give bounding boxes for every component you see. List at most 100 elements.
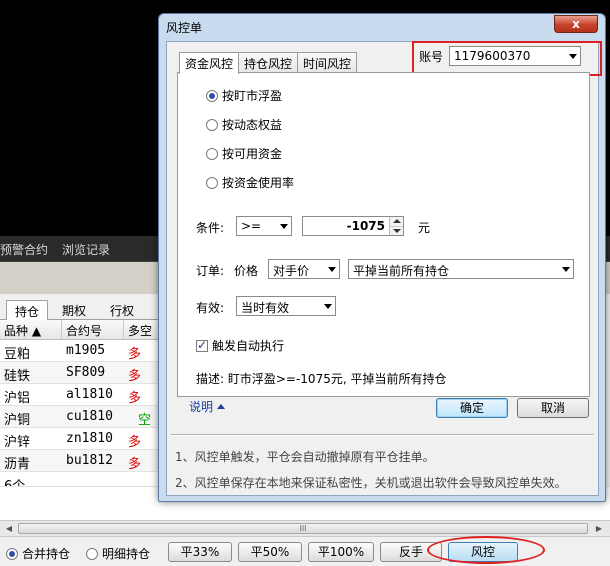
radio-on-icon xyxy=(6,547,18,560)
condition-label: 条件: xyxy=(196,221,225,235)
price-type-value: 对手价 xyxy=(273,264,310,278)
condition-value-stepper[interactable]: -1075 xyxy=(302,216,404,236)
dialog-title: 风控单 xyxy=(166,21,203,35)
nav-item-alert-contracts[interactable]: 预警合约 xyxy=(0,241,48,258)
scroll-right-icon[interactable]: ▶ xyxy=(592,523,606,534)
ok-button[interactable]: 确定 xyxy=(436,398,508,418)
scroll-left-icon[interactable]: ◀ xyxy=(2,523,16,534)
tab-position-control[interactable]: 持仓风控 xyxy=(238,52,299,73)
tab-fund-control[interactable]: 资金风控 xyxy=(179,52,240,74)
horizontal-scrollbar[interactable]: ◀ III ▶ xyxy=(0,520,610,536)
table-row[interactable]: 沪锌 zn1810 多 xyxy=(0,428,160,450)
note-line-2: 2、风控单保存在本地来保证私密性，关机或退出软件会导致风控单失效。 xyxy=(175,476,567,490)
radio-off-icon xyxy=(86,547,98,560)
row-code: m1905 xyxy=(66,343,106,358)
chevron-down-icon xyxy=(562,267,570,272)
table-row[interactable]: 沪铜 cu1810 空 xyxy=(0,406,160,428)
option-fund-usage[interactable]: 按资金使用率 xyxy=(206,174,294,191)
column-header-name[interactable]: 品种 ▲ xyxy=(0,320,62,339)
row-side: 多 xyxy=(128,347,142,361)
reverse-button[interactable]: 反手 xyxy=(380,542,442,562)
note-line-1: 1、风控单触发，平仓会自动撤掉原有平仓挂单。 xyxy=(175,450,435,464)
tab-time-control[interactable]: 时间风控 xyxy=(297,52,358,73)
auto-execute-checkbox[interactable]: 触发自动执行 xyxy=(196,337,284,354)
row-name: 豆粕 xyxy=(4,347,31,361)
row-side: 空 xyxy=(138,413,152,427)
risk-control-dialog: 风控单 x 资金风控 持仓风控 时间风控 账号 1179600370 按盯市浮盈… xyxy=(158,13,606,502)
help-label: 说明 xyxy=(189,400,214,414)
chevron-down-icon xyxy=(280,224,288,229)
help-toggle[interactable]: 说明 xyxy=(189,398,226,415)
dialog-body: 资金风控 持仓风控 时间风控 账号 1179600370 按盯市浮盈 按动态权益 xyxy=(166,41,602,496)
account-label: 账号 xyxy=(419,49,444,64)
row-name: 沪锌 xyxy=(4,435,31,449)
row-side: 多 xyxy=(128,391,142,405)
close-icon[interactable]: x xyxy=(554,15,598,33)
option-label: 按动态权益 xyxy=(222,118,283,132)
table-row[interactable]: 豆粕 m1905 多 xyxy=(0,340,160,362)
row-name: 硅铁 xyxy=(4,369,31,383)
tab-exercise[interactable]: 行权 xyxy=(102,300,142,320)
order-label: 订单: xyxy=(196,264,225,278)
table-row[interactable]: 沪铝 al1810 多 xyxy=(0,384,160,406)
table-row[interactable]: 沥青 bu1812 多 xyxy=(0,450,160,472)
tab-options[interactable]: 期权 xyxy=(54,300,94,320)
option-available-funds[interactable]: 按可用资金 xyxy=(206,145,282,162)
chevron-up-icon xyxy=(217,404,226,409)
account-value: 1179600370 xyxy=(454,49,531,63)
price-label: 价格 xyxy=(234,264,259,278)
dialog-tabs: 资金风控 持仓风控 时间风控 xyxy=(179,52,358,74)
auto-execute-label: 触发自动执行 xyxy=(212,339,285,353)
detail-positions-label: 明细持仓 xyxy=(102,547,151,561)
option-mark-to-market[interactable]: 按盯市浮盈 xyxy=(206,87,282,104)
column-header-code[interactable]: 合约号 xyxy=(62,320,124,339)
validity-select[interactable]: 当时有效 xyxy=(236,296,336,316)
row-code: SF809 xyxy=(66,365,106,380)
detail-positions-radio[interactable]: 明细持仓 xyxy=(86,545,150,562)
order-action-select[interactable]: 平掉当前所有持仓 xyxy=(348,259,574,279)
row-name: 沥青 xyxy=(4,457,31,471)
position-tabs: 持仓 期权 行权 xyxy=(0,298,160,321)
row-name: 沪铝 xyxy=(4,391,31,405)
table-header: 品种 ▲ 合约号 多空 xyxy=(0,320,160,340)
row-code: al1810 xyxy=(66,387,113,402)
risk-control-button[interactable]: 风控 xyxy=(448,542,518,562)
table-row[interactable]: 硅铁 SF809 多 xyxy=(0,362,160,384)
radio-off-icon xyxy=(206,176,218,189)
close-50-button[interactable]: 平50% xyxy=(238,542,302,562)
close-33-button[interactable]: 平33% xyxy=(168,542,232,562)
spin-up-icon[interactable] xyxy=(389,217,403,226)
option-dynamic-equity[interactable]: 按动态权益 xyxy=(206,116,282,133)
radio-off-icon xyxy=(206,147,218,160)
rule-description: 描述: 盯市浮盈>=-1075元, 平掉当前所有持仓 xyxy=(196,372,447,386)
nav-item-browse-history[interactable]: 浏览记录 xyxy=(62,241,110,258)
close-100-button[interactable]: 平100% xyxy=(308,542,374,562)
validity-label: 有效: xyxy=(196,301,225,315)
position-table: 品种 ▲ 合约号 多空 豆粕 m1905 多 硅铁 SF809 多 沪铝 al1… xyxy=(0,320,160,494)
condition-unit: 元 xyxy=(418,221,431,235)
account-row: 账号 1179600370 xyxy=(419,46,582,66)
radio-on-icon xyxy=(206,89,218,102)
spin-down-icon[interactable] xyxy=(389,226,403,235)
checkmark-icon xyxy=(196,338,208,352)
chevron-down-icon xyxy=(569,54,578,59)
account-select[interactable]: 1179600370 xyxy=(449,46,582,66)
radio-off-icon xyxy=(206,118,218,131)
price-type-select[interactable]: 对手价 xyxy=(268,259,340,279)
order-action-value: 平掉当前所有持仓 xyxy=(353,264,450,278)
condition-operator-select[interactable]: >= xyxy=(236,216,292,236)
row-side: 多 xyxy=(128,457,142,471)
divider xyxy=(171,434,594,436)
row-name: 沪铜 xyxy=(4,413,31,427)
merge-positions-label: 合并持仓 xyxy=(22,547,71,561)
validity-value: 当时有效 xyxy=(241,301,290,315)
scroll-thumb[interactable]: III xyxy=(18,523,588,534)
merge-positions-radio[interactable]: 合并持仓 xyxy=(6,545,70,562)
row-side: 多 xyxy=(128,369,142,383)
tab-positions[interactable]: 持仓 xyxy=(6,300,49,321)
chevron-down-icon xyxy=(328,267,336,272)
option-label: 按盯市浮盈 xyxy=(222,89,283,103)
cancel-button[interactable]: 取消 xyxy=(517,398,589,418)
row-code: zn1810 xyxy=(66,431,113,446)
column-header-side[interactable]: 多空 xyxy=(124,320,160,339)
